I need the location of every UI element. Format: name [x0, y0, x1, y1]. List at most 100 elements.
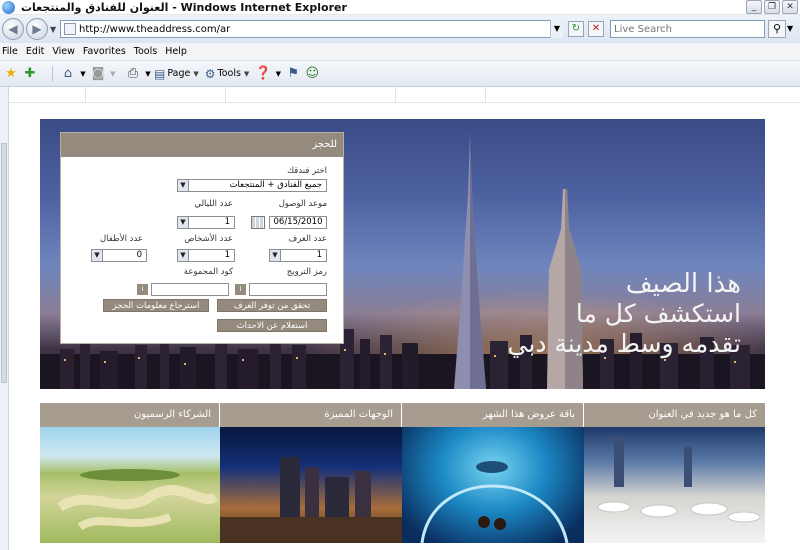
chevron-down-icon: ▼ [178, 217, 189, 228]
vertical-scrollbar[interactable] [0, 87, 9, 550]
booking-panel: للحجز اختر فندقك ▼ جميع الفنادق + المنتج… [60, 132, 344, 344]
hero-headline: هذا الصيف استكشف كل ما تقدمه وسط مدينة د… [508, 269, 741, 359]
nights-label: عدد الليالي [194, 199, 233, 209]
children-select-value: 0 [136, 250, 142, 260]
booking-header: للحجز [61, 133, 343, 157]
page-icon: ▤ [154, 66, 166, 81]
maximize-button[interactable]: ❐ [764, 0, 780, 14]
arrival-date-field[interactable]: 06/15/2010 [269, 216, 327, 229]
page-menu-label: Page [167, 68, 191, 79]
menu-favorites[interactable]: Favorites [82, 46, 133, 57]
check-availability-button[interactable]: تحقق من توفر الغرف [217, 299, 327, 312]
calendar-icon[interactable] [251, 216, 265, 229]
forward-button[interactable]: ▶ [26, 18, 48, 40]
messenger-icon[interactable]: ☺ [304, 66, 320, 81]
children-select[interactable]: ▼ 0 [91, 249, 147, 262]
menu-help[interactable]: Help [164, 46, 194, 57]
feeds-icon[interactable]: ◙ [90, 66, 106, 81]
close-button[interactable]: ✕ [782, 0, 798, 14]
url-dropdown-button[interactable]: ▼ [550, 20, 563, 38]
menu-file[interactable]: File [0, 46, 25, 57]
command-bar: ★ ✚ ⌂ ▼ ◙ ▼ ⎙ ▼ ▤ Page ▼ ⚙ Tools ▼ ❓ ▼ ⚑… [0, 61, 800, 87]
page-menu-button[interactable]: ▤ Page ▼ [154, 67, 199, 81]
forward-arrow-icon: ▶ [32, 22, 42, 36]
burj-khalifa-image [454, 134, 486, 389]
favorites-center-icon[interactable]: ★ [3, 66, 19, 81]
refresh-button[interactable]: ↻ [568, 21, 584, 37]
persons-select-value: 1 [224, 250, 230, 260]
search-options-dropdown[interactable]: ▼ [787, 20, 797, 38]
ie-logo-icon [2, 0, 15, 14]
stop-button[interactable]: ✕ [588, 21, 604, 37]
destinations-heading: الوجهات المميزة [220, 403, 402, 427]
back-button[interactable]: ◀ [2, 18, 24, 40]
refresh-icon: ↻ [571, 23, 581, 34]
nights-select-value: 1 [224, 217, 230, 227]
search-input[interactable] [611, 21, 764, 37]
group-code-input[interactable] [151, 283, 229, 296]
tab-divider [86, 87, 226, 103]
group-info-icon[interactable]: i [137, 284, 148, 295]
offers-section[interactable]: باقة عروض هذا الشهر [402, 403, 584, 543]
featured-sections: الشركاء الرسميون الوجهات المميزة باقة عر… [40, 403, 765, 550]
tab-divider [396, 87, 486, 103]
hero-line-3: تقدمه وسط مدينة دبي [507, 329, 741, 358]
add-favorites-icon[interactable]: ✚ [22, 66, 38, 81]
help-dropdown[interactable]: ▼ [274, 70, 282, 78]
chevron-down-icon: ▼ [270, 250, 281, 261]
hero-line-1: هذا الصيف [625, 269, 741, 299]
print-dropdown[interactable]: ▼ [144, 70, 152, 78]
destinations-section[interactable]: الوجهات المميزة [220, 403, 402, 543]
hotel-select[interactable]: ▼ جميع الفنادق + المنتجعات [177, 179, 327, 192]
retrieve-booking-button[interactable]: استرجاع معلومات الحجز [103, 299, 209, 312]
news-section[interactable]: كل ما هو جديد في العنوان [584, 403, 765, 543]
url-input[interactable] [79, 22, 561, 36]
search-field[interactable] [610, 20, 765, 38]
dining-terrace-image[interactable] [584, 427, 765, 543]
promo-info-icon[interactable]: i [235, 284, 246, 295]
persons-label: عدد الأشخاص [184, 234, 233, 244]
search-button[interactable]: ⚲ [768, 20, 786, 38]
events-inquiry-button[interactable]: استعلام عن الاحداث [217, 319, 327, 332]
night-city-image[interactable] [220, 427, 402, 543]
home-dropdown[interactable]: ▼ [79, 70, 87, 78]
history-dropdown[interactable]: ▼ [50, 25, 60, 34]
home-icon[interactable]: ⌂ [60, 66, 76, 81]
search-icon: ⚲ [772, 22, 782, 35]
research-icon[interactable]: ⚑ [285, 66, 301, 81]
menu-bar: File Edit View Favorites Tools Help [0, 43, 800, 61]
print-icon[interactable]: ⎙ [125, 66, 141, 81]
aquarium-scene-image [420, 461, 569, 543]
menu-view[interactable]: View [51, 46, 82, 57]
offers-heading: باقة عروض هذا الشهر [402, 403, 584, 427]
partners-section[interactable]: الشركاء الرسميون [40, 403, 220, 543]
gear-icon: ⚙ [204, 66, 216, 81]
tab-strip [0, 87, 800, 103]
promo-code-input[interactable] [249, 283, 327, 296]
tools-menu-button[interactable]: ⚙ Tools ▼ [205, 67, 250, 81]
menu-edit[interactable]: Edit [25, 46, 51, 57]
tab-divider [0, 87, 86, 103]
tools-dropdown-icon: ▼ [243, 69, 250, 78]
chevron-down-icon: ▼ [178, 250, 189, 261]
window-controls: _ ❐ ✕ [746, 0, 798, 14]
nights-select[interactable]: ▼ 1 [177, 216, 235, 229]
rooms-select[interactable]: ▼ 1 [269, 249, 327, 262]
scrollbar-thumb[interactable] [1, 143, 7, 383]
tools-menu-label: Tools [217, 68, 241, 79]
page-dropdown-icon: ▼ [193, 69, 199, 78]
help-icon[interactable]: ❓ [255, 66, 271, 81]
night-skyline-image [220, 457, 402, 543]
menu-tools[interactable]: Tools [133, 46, 164, 57]
golf-course-image[interactable] [40, 427, 220, 543]
title-bar: العنوان للفنادق والمنتجعات - Windows Int… [0, 0, 800, 15]
persons-select[interactable]: ▼ 1 [177, 249, 235, 262]
address-bar: ◀ ▶ ▼ ▼ ↻ ✕ ⚲ ▼ [0, 15, 800, 43]
back-arrow-icon: ◀ [8, 22, 18, 36]
hotel-label: اختر فندقك [287, 166, 327, 176]
url-field[interactable] [60, 20, 562, 38]
minimize-button[interactable]: _ [746, 0, 762, 14]
golf-fairway-image [57, 469, 218, 531]
feeds-dropdown[interactable]: ▼ [109, 70, 117, 78]
aquarium-tunnel-image[interactable] [402, 427, 584, 543]
